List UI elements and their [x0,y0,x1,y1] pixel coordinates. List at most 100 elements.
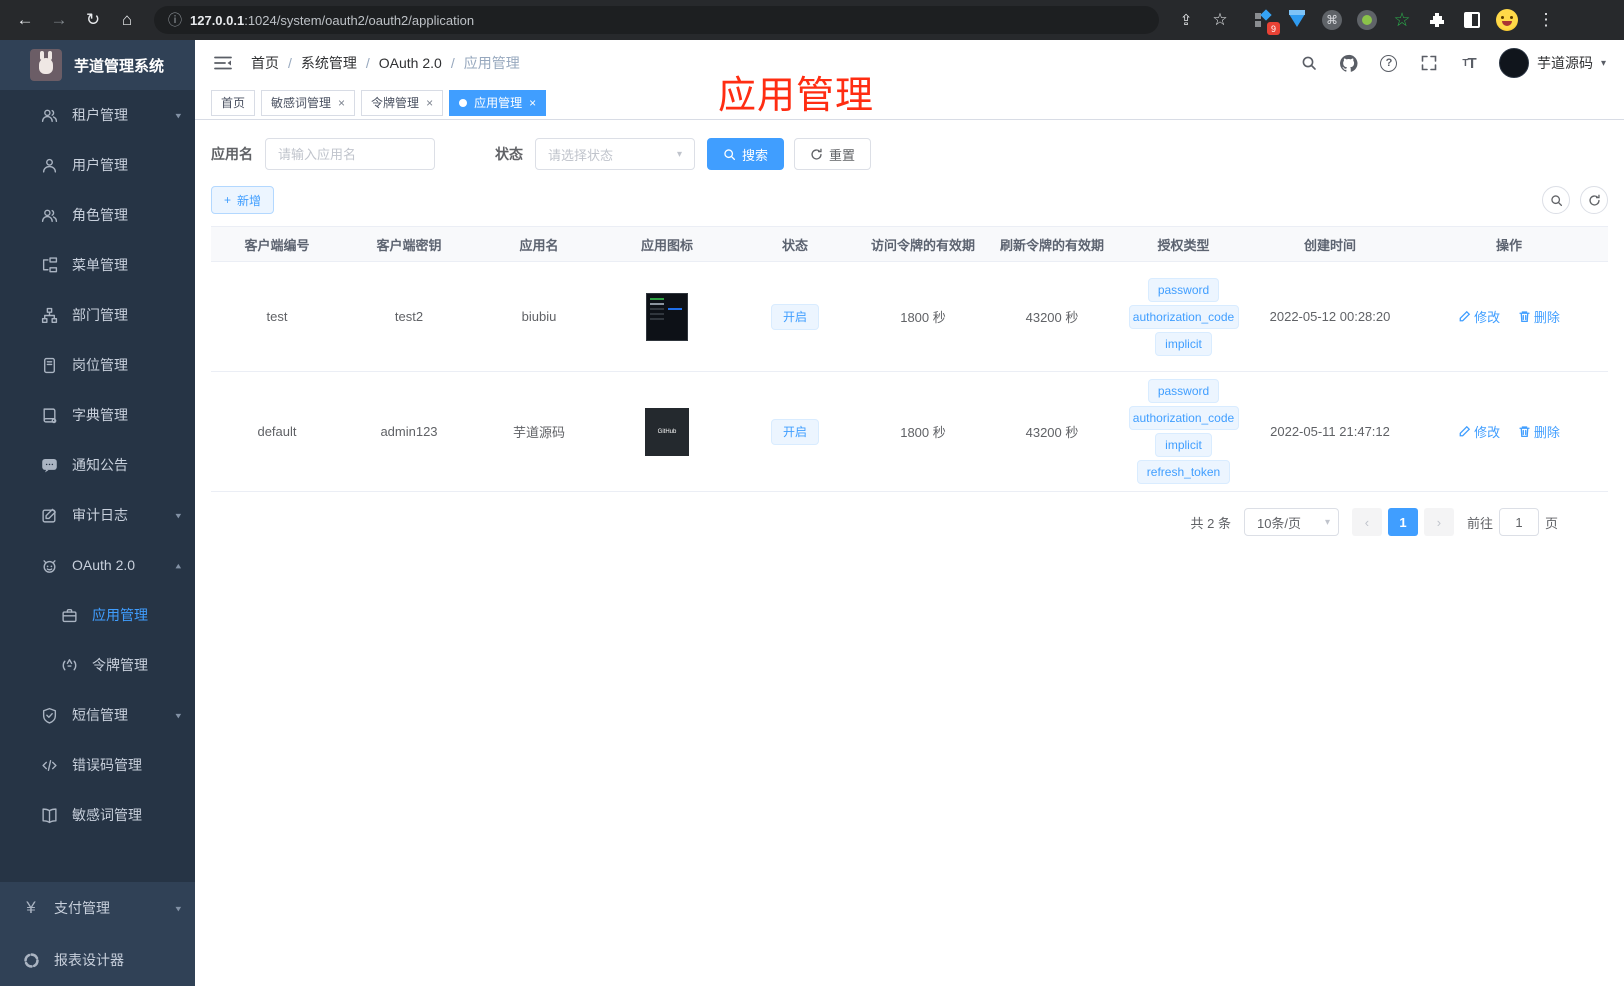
edit-link[interactable]: 修改 [1458,422,1500,441]
sidebar-item-dict[interactable]: 字典管理 [0,390,195,440]
app-logo-row[interactable]: 芋道管理系统 [0,40,195,90]
split-screen-icon[interactable] [1461,9,1483,31]
app-title: 芋道管理系统 [74,57,165,75]
gem-extension-icon[interactable] [1286,9,1308,31]
grant-types-cell: password authorization_code implicit ref… [1117,379,1250,484]
collapse-sidebar-icon[interactable] [213,53,233,73]
id-badge-icon [40,356,58,374]
add-button[interactable]: + 新增 [211,186,275,214]
bookmark-star-icon[interactable]: ☆ [1205,5,1235,35]
browser-menu-icon[interactable]: ⋮ [1531,5,1561,35]
message-icon [40,456,58,474]
page-size-select[interactable]: 10条/页 ▾ [1243,508,1339,536]
sidebar-menu-bottom: ¥ 支付管理 ▾ 报表设计器 [0,882,195,986]
menu-tree-icon [40,256,58,274]
sidebar-item-notice[interactable]: 通知公告 [0,440,195,490]
breadcrumb-system[interactable]: 系统管理 [301,53,357,73]
goto-page-input[interactable] [1498,508,1539,536]
fullscreen-icon[interactable] [1419,53,1439,73]
close-icon[interactable]: × [529,96,536,110]
user-icon [40,156,58,174]
sidebar-item-sensitive-word[interactable]: 敏感词管理 [0,790,195,840]
sidebar-item-error-code[interactable]: 错误码管理 [0,740,195,790]
search-icon[interactable] [1299,53,1319,73]
home-icon[interactable]: ⌂ [112,5,142,35]
status-label: 状态 [495,146,523,162]
broadcast-icon [60,656,78,674]
font-size-icon[interactable]: TT [1459,53,1479,73]
sidebar-item-role[interactable]: 角色管理 [0,190,195,240]
goto-label: 前往 [1466,515,1493,531]
pagination: 共 2 条 10条/页 ▾ ‹ 1 › 前往 页 [211,508,1608,536]
create-time-cell: 2022-05-11 21:47:12 [1270,424,1390,439]
red-annotation-label: 应用管理 [718,75,875,117]
share-icon[interactable]: ⇪ [1171,5,1201,35]
tab-home[interactable]: 首页 [211,89,256,116]
plus-icon: + [224,193,232,207]
sidebar-item-dept[interactable]: 部门管理 [0,290,195,340]
sidebar-item-pay[interactable]: ¥ 支付管理 ▾ [0,882,195,934]
open-book-icon [40,806,58,824]
shield-check-icon [40,706,58,724]
close-icon[interactable]: × [338,96,345,110]
user-menu[interactable]: 芋道源码 ▾ [1498,48,1606,78]
sidebar-item-tenant[interactable]: 租户管理 ▾ [0,90,195,140]
sidebar-item-post[interactable]: 岗位管理 [0,340,195,390]
back-icon[interactable]: ← [10,5,40,35]
page-number-button[interactable]: 1 [1387,508,1418,536]
table-row: test test2 biubiu 开启 1800 秒 43200 秒 pass… [211,262,1608,372]
reset-button[interactable]: 重置 [794,138,872,170]
status-select[interactable]: 请选择状态 ▾ [535,138,695,170]
users-icon [40,206,58,224]
extension-badge: 9 [1267,22,1280,35]
browser-toolbar: ← → ↻ ⌂ ⓘ 127.0.0.1:1024/system/oauth2/o… [0,0,1624,40]
app-icon-thumbnail: GitHub [645,407,689,456]
close-icon[interactable]: × [426,96,433,110]
table-toolbar: + 新增 [211,186,1608,214]
command-extension-icon[interactable]: ⌘ [1321,9,1343,31]
sidebar-item-sms[interactable]: 短信管理 ▾ [0,690,195,740]
sidebar-item-oauth2[interactable]: OAuth 2.0 ▴ [0,540,195,590]
user-name: 芋道源码 [1536,55,1593,71]
tab-token[interactable]: 令牌管理 × [361,89,444,116]
profile-avatar[interactable] [1496,9,1518,31]
robot-icon [40,556,58,574]
tab-application[interactable]: 应用管理 × [449,89,547,116]
refresh-icon[interactable]: ↻ [78,5,108,35]
app-name-cell: biubiu [521,309,557,324]
client-id-cell: default [257,424,297,439]
search-button[interactable]: 搜索 [707,138,785,170]
edit-link[interactable]: 修改 [1458,307,1500,326]
next-page-button[interactable]: › [1423,508,1454,536]
toggle-search-button[interactable] [1542,186,1570,214]
users-icon [40,106,58,124]
tab-sensitive-word[interactable]: 敏感词管理 × [261,89,356,116]
sidebar: 芋道管理系统 租户管理 ▾ 用户管理 角色管理 菜单管理 部门管理 岗位管理 字… [0,40,195,986]
breadcrumb-home[interactable]: 首页 [251,53,279,73]
app-name-input[interactable] [265,138,435,170]
github-icon[interactable] [1339,53,1359,73]
sidebar-item-menu[interactable]: 菜单管理 [0,240,195,290]
table-row: default admin123 芋道源码 GitHub 开启 1800 秒 4… [211,372,1608,492]
delete-link[interactable]: 删除 [1518,307,1560,326]
site-info-icon[interactable]: ⓘ [168,10,182,30]
help-icon[interactable]: ? [1379,53,1399,73]
recorder-extension-icon[interactable] [1356,9,1378,31]
sidebar-item-oauth2-application[interactable]: 应用管理 [0,590,195,640]
prev-page-button[interactable]: ‹ [1351,508,1382,536]
sidebar-item-audit-log[interactable]: 审计日志 ▾ [0,490,195,540]
sidebar-item-oauth2-token[interactable]: 令牌管理 [0,640,195,690]
tab-manager-extension-icon[interactable]: 9 [1251,9,1280,35]
green-star-extension-icon[interactable]: ☆ [1391,9,1413,31]
sidebar-item-user[interactable]: 用户管理 [0,140,195,190]
puzzle-extensions-icon[interactable] [1426,9,1448,31]
delete-link[interactable]: 删除 [1518,422,1560,441]
forward-icon[interactable]: → [44,5,74,35]
chevron-down-icon: ▾ [175,903,181,914]
sidebar-menu: 租户管理 ▾ 用户管理 角色管理 菜单管理 部门管理 岗位管理 字典管理 通知公… [0,90,195,882]
app-name-cell: 芋道源码 [512,425,565,440]
address-bar[interactable]: ⓘ 127.0.0.1:1024/system/oauth2/oauth2/ap… [154,6,1159,34]
breadcrumb-oauth2[interactable]: OAuth 2.0 [379,55,442,71]
sidebar-item-report-designer[interactable]: 报表设计器 [0,934,195,986]
refresh-table-button[interactable] [1580,186,1608,214]
